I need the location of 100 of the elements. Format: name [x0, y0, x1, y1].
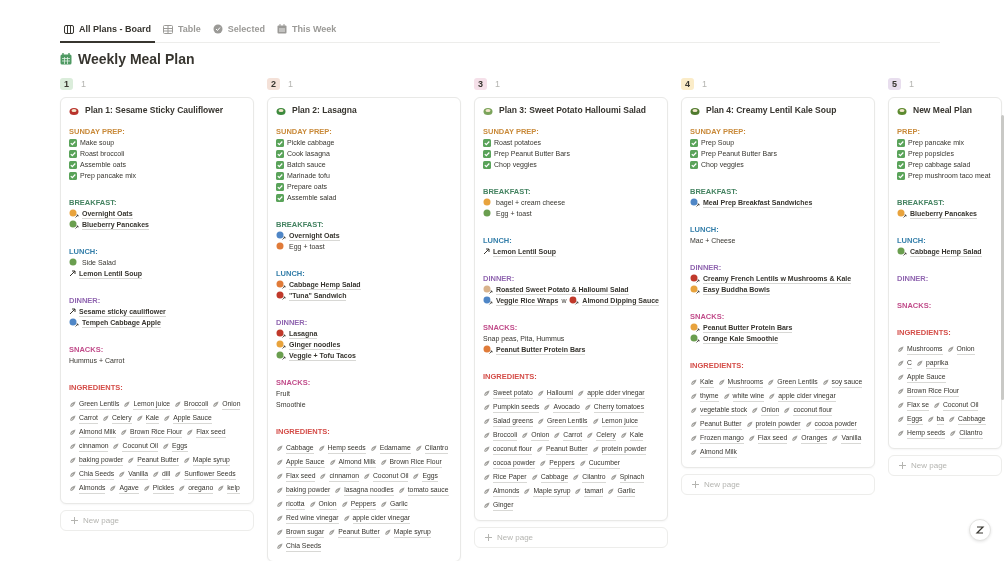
plan-card[interactable]	[888, 97, 1002, 449]
leaf-icon	[101, 415, 109, 422]
leaf-icon	[412, 473, 420, 480]
help-button[interactable]	[969, 519, 991, 541]
leaf-icon	[276, 473, 283, 480]
group-label: 3	[474, 78, 487, 90]
plan-card[interactable]	[681, 97, 875, 468]
leaf-icon	[897, 374, 904, 381]
checkbox[interactable]	[69, 171, 77, 180]
leaf-icon	[379, 459, 387, 466]
leaf-icon	[328, 529, 336, 536]
checkbox[interactable]	[69, 149, 77, 158]
leaf-icon	[747, 435, 755, 442]
link-arrow-icon	[69, 270, 76, 277]
group-label: 4	[681, 78, 694, 90]
leaf-icon	[591, 418, 599, 425]
card-title: Plan 2: Lasagna	[292, 105, 357, 116]
leaf-icon	[539, 460, 547, 467]
leaf-icon	[317, 445, 325, 452]
view-tab[interactable]: All Plans - Board	[60, 20, 155, 43]
checkbox[interactable]	[276, 138, 284, 147]
leaf-icon	[948, 416, 956, 423]
leaf-icon	[483, 418, 490, 425]
checkbox[interactable]	[69, 138, 77, 147]
food-link-icon	[483, 285, 493, 294]
leaf-icon	[142, 485, 150, 492]
leaf-icon	[804, 421, 812, 428]
leaf-icon	[178, 485, 186, 492]
leaf-icon	[109, 485, 117, 492]
calendar-icon	[276, 24, 287, 34]
checkbox[interactable]	[897, 171, 905, 180]
checkbox[interactable]	[276, 193, 284, 202]
leaf-icon	[276, 529, 283, 536]
checkbox[interactable]	[690, 160, 698, 169]
checkbox[interactable]	[276, 171, 284, 180]
food-link-icon	[276, 329, 286, 338]
checkbox[interactable]	[483, 138, 491, 147]
calendar-icon	[60, 52, 73, 66]
checkbox[interactable]	[69, 160, 77, 169]
plan-card[interactable]	[60, 97, 254, 504]
leaf-icon	[572, 474, 580, 481]
card-title: New Meal Plan	[913, 105, 973, 116]
group-label: 1	[60, 78, 73, 90]
checkbox[interactable]	[276, 149, 284, 158]
leaf-icon	[897, 416, 904, 423]
leaf-icon	[397, 487, 405, 494]
group-count: 1	[81, 79, 87, 89]
board-icon	[64, 24, 74, 34]
checkbox[interactable]	[897, 160, 905, 169]
checkbox[interactable]	[483, 160, 491, 169]
scrollbar[interactable]	[1001, 115, 1004, 400]
checkbox[interactable]	[690, 138, 698, 147]
check-badge-icon	[212, 24, 223, 34]
plan-card[interactable]	[474, 97, 668, 521]
checkbox[interactable]	[483, 149, 491, 158]
leaf-icon	[182, 457, 190, 464]
leaf-icon	[578, 460, 586, 467]
checkbox[interactable]	[897, 138, 905, 147]
checkbox[interactable]	[897, 149, 905, 158]
leaf-icon	[791, 435, 799, 442]
food-icon	[276, 242, 286, 251]
leaf-icon	[915, 360, 923, 367]
leaf-icon	[276, 459, 283, 466]
leaf-icon	[536, 390, 544, 397]
leaf-icon	[897, 360, 904, 367]
leaf-icon	[135, 415, 143, 422]
leaf-icon	[276, 487, 283, 494]
checkbox[interactable]	[690, 149, 698, 158]
food-link-icon	[276, 291, 286, 300]
card-title: Plan 1: Sesame Sticky Cauliflower	[85, 105, 223, 116]
leaf-icon	[591, 446, 599, 453]
leaf-icon	[127, 457, 135, 464]
leaf-icon	[821, 379, 829, 386]
food-icon	[276, 105, 286, 116]
leaf-icon	[163, 415, 171, 422]
leaf-icon	[521, 432, 529, 439]
leaf-icon	[483, 404, 490, 411]
leaf-icon	[212, 401, 220, 408]
plan-card[interactable]	[267, 97, 461, 561]
leaf-icon	[342, 515, 350, 522]
checkbox[interactable]	[276, 160, 284, 169]
plus-icon	[71, 517, 78, 524]
food-link-icon	[276, 351, 286, 360]
food-link-icon	[690, 334, 700, 343]
leaf-icon	[751, 407, 759, 414]
leaf-icon	[523, 488, 531, 495]
leaf-icon	[690, 407, 697, 414]
leaf-icon	[69, 443, 76, 450]
leaf-icon	[897, 346, 904, 353]
leaf-icon	[483, 460, 490, 467]
checkbox[interactable]	[276, 182, 284, 191]
leaf-icon	[897, 430, 904, 437]
leaf-icon	[949, 430, 957, 437]
link-arrow-icon	[483, 248, 490, 255]
food-link-icon	[690, 198, 700, 207]
leaf-icon	[69, 471, 76, 478]
food-icon	[690, 105, 700, 116]
group-label: 5	[888, 78, 901, 90]
food-link-icon	[276, 340, 286, 349]
food-icon	[483, 105, 493, 116]
